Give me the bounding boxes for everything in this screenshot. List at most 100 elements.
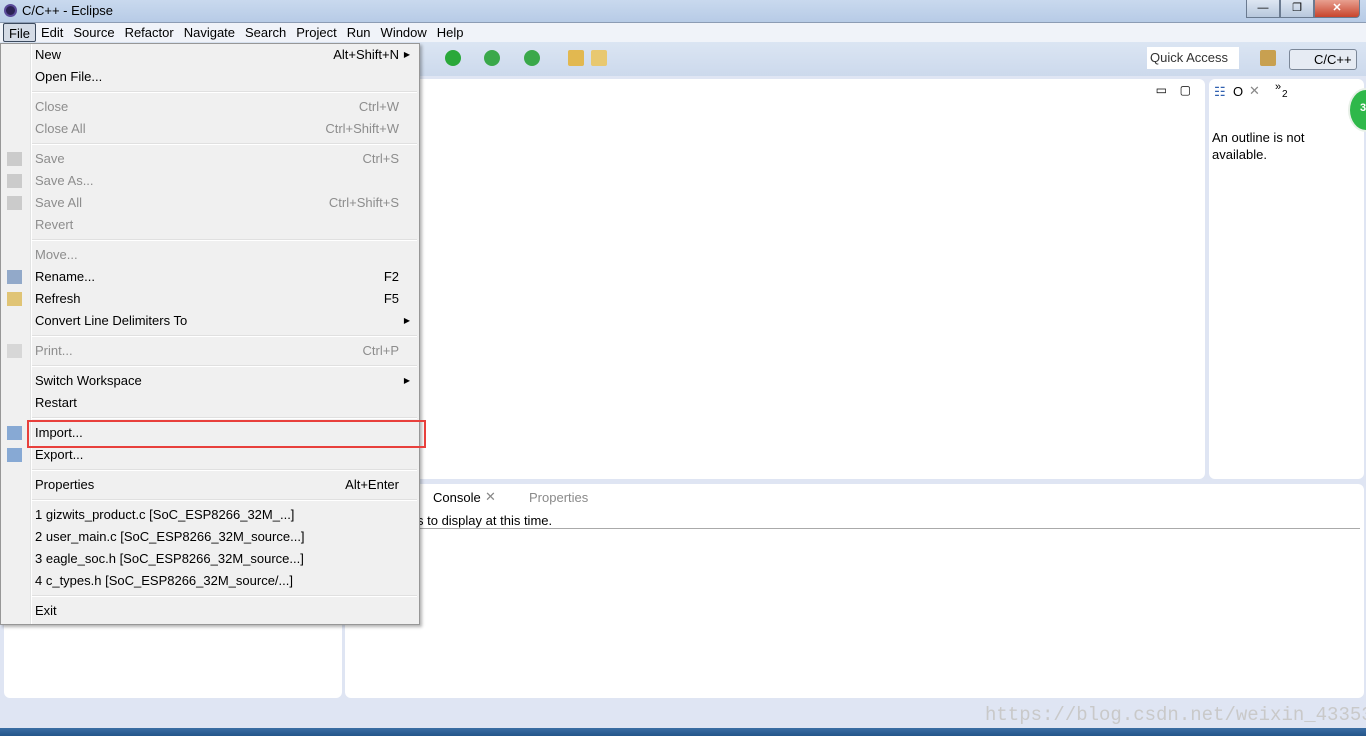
run-icon[interactable] xyxy=(445,50,461,66)
menu-item-exit[interactable]: Exit xyxy=(1,600,419,622)
close-button[interactable]: ✕ xyxy=(1314,0,1360,18)
menu-item-label: Move... xyxy=(35,247,78,262)
menu-file[interactable]: File xyxy=(3,23,36,42)
menu-item-label: New xyxy=(35,47,62,62)
submenu-arrow-icon: ▶ xyxy=(403,50,410,59)
menu-item-rename[interactable]: Rename... F2 xyxy=(1,266,419,288)
shortcut-label: Ctrl+Shift+S xyxy=(328,195,399,210)
minimize-icon[interactable]: ▭ xyxy=(1156,83,1167,97)
close-console-icon[interactable]: ✕ xyxy=(485,489,496,505)
submenu-arrow-icon: ▶ xyxy=(403,376,410,385)
save-as-icon xyxy=(7,174,22,188)
menu-item-label: Export... xyxy=(35,447,84,462)
menu-window[interactable]: Window xyxy=(376,23,432,42)
close-tab-icon[interactable]: ✕ xyxy=(1249,83,1260,99)
tab-properties[interactable]: Properties xyxy=(529,490,588,505)
menu-separator xyxy=(1,140,419,148)
outline-panel: ☷ O ✕ » 2 An outline is not available. xyxy=(1209,79,1364,479)
menu-item-save[interactable]: Save Ctrl+S xyxy=(1,148,419,170)
menu-help[interactable]: Help xyxy=(432,23,469,42)
export-icon xyxy=(7,448,22,462)
menu-project[interactable]: Project xyxy=(291,23,341,42)
menu-separator xyxy=(1,362,419,370)
menu-item-properties[interactable]: Properties Alt+Enter xyxy=(1,474,419,496)
menu-item-label: Convert Line Delimiters To xyxy=(35,313,188,328)
menu-item-revert[interactable]: Revert xyxy=(1,214,419,236)
menu-item-label: 4 c_types.h [SoC_ESP8266_32M_source/...] xyxy=(35,573,293,588)
menu-item-label: Open File... xyxy=(35,69,103,84)
menu-item-label: Rename... xyxy=(35,269,95,284)
shortcut-label: F2 xyxy=(383,269,399,284)
print-icon xyxy=(7,344,22,358)
menu-item-label: 1 gizwits_product.c [SoC_ESP8266_32M_...… xyxy=(35,507,295,522)
menu-item-open-file[interactable]: Open File... xyxy=(1,66,419,88)
menu-item-label: Save As... xyxy=(35,173,94,188)
menu-item-label: Close xyxy=(35,99,69,114)
menu-edit[interactable]: Edit xyxy=(36,23,68,42)
import-icon xyxy=(7,426,22,440)
menu-item-move[interactable]: Move... xyxy=(1,244,419,266)
menu-item-label: 3 eagle_soc.h [SoC_ESP8266_32M_source...… xyxy=(35,551,304,566)
window-title: C/C++ - Eclipse xyxy=(22,3,114,18)
quick-access-input[interactable]: Quick Access xyxy=(1147,47,1239,69)
minimize-button[interactable]: — xyxy=(1246,0,1280,18)
menu-item-label: Revert xyxy=(35,217,74,232)
perspective-cpp-button[interactable]: C/C++ xyxy=(1289,49,1357,70)
import-highlight-box xyxy=(27,420,426,448)
menu-item-4-c-types-h-soc-esp8266-32m-source[interactable]: 4 c_types.h [SoC_ESP8266_32M_source/...] xyxy=(1,570,419,592)
save-icon xyxy=(7,152,22,166)
menu-item-convert-line-delimiters-to[interactable]: Convert Line Delimiters To ▶ xyxy=(1,310,419,332)
overflow-icon[interactable]: » xyxy=(1275,81,1281,93)
menu-item-1-gizwits-product-c-soc-esp8266-32m[interactable]: 1 gizwits_product.c [SoC_ESP8266_32M_...… xyxy=(1,504,419,526)
submenu-arrow-icon: ▶ xyxy=(403,316,410,325)
menu-separator xyxy=(1,88,419,96)
menu-item-new[interactable]: New Alt+Shift+N ▶ xyxy=(1,44,419,66)
shortcut-label: Alt+Shift+N xyxy=(333,47,399,62)
menu-item-save-as[interactable]: Save As... xyxy=(1,170,419,192)
shortcut-label: F5 xyxy=(383,291,399,306)
rename-icon xyxy=(7,270,22,284)
shortcut-label: Ctrl+S xyxy=(362,151,399,166)
project-explorer-panel xyxy=(4,620,342,698)
menu-bar: File Edit Source Refactor Navigate Search Proj… xyxy=(0,22,1366,42)
shortcut-label: Ctrl+W xyxy=(358,99,399,114)
outline-message: An outline is not available. xyxy=(1212,130,1305,162)
menu-item-close[interactable]: Close Ctrl+W xyxy=(1,96,419,118)
title-bar: C/C++ - Eclipse — ❐ ✕ xyxy=(0,0,1366,22)
menu-separator xyxy=(1,466,419,474)
menu-item-refresh[interactable]: Refresh F5 xyxy=(1,288,419,310)
menu-item-save-all[interactable]: Save All Ctrl+Shift+S xyxy=(1,192,419,214)
debug-icon[interactable] xyxy=(484,50,500,66)
menu-item-3-eagle-soc-h-soc-esp8266-32m-source[interactable]: 3 eagle_soc.h [SoC_ESP8266_32M_source...… xyxy=(1,548,419,570)
menu-item-restart[interactable]: Restart xyxy=(1,392,419,414)
file-menu: New Alt+Shift+N ▶ Open File... Close Ctrl+W Cl… xyxy=(0,43,420,625)
menu-item-close-all[interactable]: Close All Ctrl+Shift+W xyxy=(1,118,419,140)
shortcut-label: Ctrl+Shift+W xyxy=(325,121,399,136)
shortcut-label: Alt+Enter xyxy=(345,477,399,492)
menu-item-2-user-main-c-soc-esp8266-32m-source[interactable]: 2 user_main.c [SoC_ESP8266_32M_source...… xyxy=(1,526,419,548)
tab-console[interactable]: Console xyxy=(433,490,481,505)
external-tools-icon[interactable] xyxy=(524,50,540,66)
menu-item-print[interactable]: Print... Ctrl+P xyxy=(1,340,419,362)
open-folder-icon[interactable] xyxy=(568,50,584,66)
menu-separator xyxy=(1,592,419,600)
open-type-icon[interactable] xyxy=(591,50,607,66)
menu-item-label: Refresh xyxy=(35,291,81,306)
menu-separator xyxy=(1,332,419,340)
menu-item-switch-workspace[interactable]: Switch Workspace ▶ xyxy=(1,370,419,392)
menu-run[interactable]: Run xyxy=(342,23,376,42)
open-perspective-icon[interactable] xyxy=(1260,50,1276,66)
menu-navigate[interactable]: Navigate xyxy=(179,23,240,42)
menu-item-label: Properties xyxy=(35,477,95,492)
menu-source[interactable]: Source xyxy=(68,23,119,42)
menu-search[interactable]: Search xyxy=(240,23,291,42)
shortcut-label: Ctrl+P xyxy=(362,343,399,358)
menu-item-label: Save xyxy=(35,151,65,166)
watermark: https://blog.csdn.net/weixin_43353164 xyxy=(985,704,1366,726)
menu-separator xyxy=(1,496,419,504)
menu-refactor[interactable]: Refactor xyxy=(120,23,179,42)
restore-button[interactable]: ❐ xyxy=(1280,0,1314,18)
tab-outline[interactable]: O xyxy=(1233,84,1243,99)
maximize-icon[interactable]: ▢ xyxy=(1180,83,1191,97)
menu-item-label: Restart xyxy=(35,395,77,410)
